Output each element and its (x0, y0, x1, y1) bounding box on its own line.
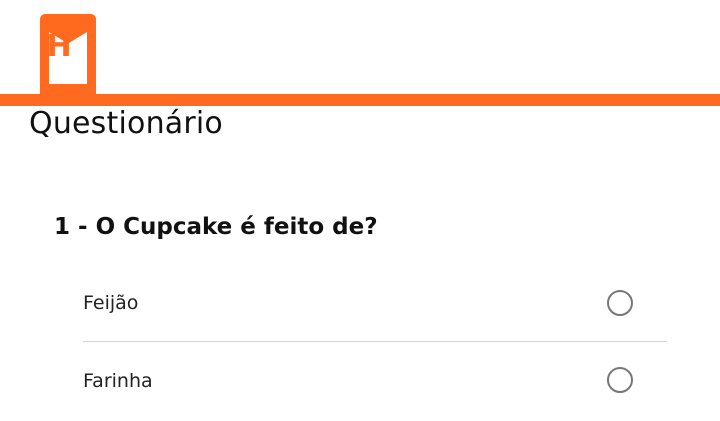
page-title: Questionário (29, 106, 223, 141)
radio-button[interactable] (607, 367, 633, 393)
radio-button[interactable] (607, 290, 633, 316)
option-divider (83, 341, 667, 342)
logo-letter: H (46, 29, 72, 64)
question-title: 1 - O Cupcake é feito de? (54, 214, 378, 240)
answer-option-label: Farinha (83, 370, 153, 392)
answer-option[interactable]: Feijão (83, 264, 667, 342)
answer-option-label: Feijão (83, 292, 139, 314)
answer-option[interactable]: Farinha (83, 343, 667, 421)
app-logo[interactable]: H (40, 14, 96, 94)
